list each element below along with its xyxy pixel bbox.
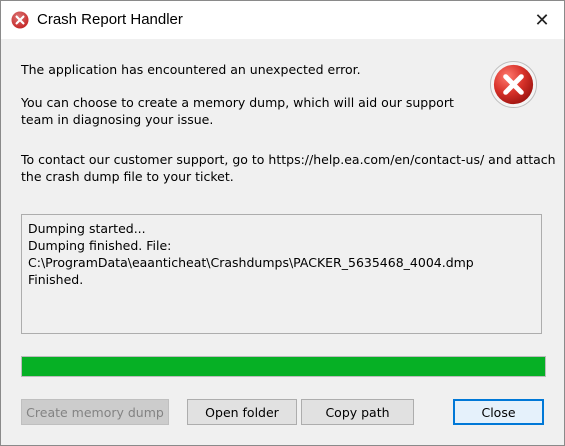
- memory-dump-message-line-1: You can choose to create a memory dump, …: [21, 95, 454, 110]
- support-message-line-1: To contact our customer support, go to h…: [21, 152, 556, 167]
- error-icon: [489, 60, 538, 109]
- support-message: To contact our customer support, go to h…: [21, 151, 556, 185]
- dump-log-textbox[interactable]: Dumping started... Dumping finished. Fil…: [21, 214, 542, 334]
- open-folder-button[interactable]: Open folder: [187, 399, 297, 425]
- dump-progress-bar: [21, 356, 546, 377]
- log-line: Dumping finished. File:: [28, 238, 172, 253]
- progress-fill: [22, 357, 545, 376]
- create-memory-dump-button[interactable]: Create memory dump: [21, 399, 169, 425]
- close-icon[interactable]: ✕: [519, 1, 565, 39]
- log-line: C:\ProgramData\eaanticheat\Crashdumps\PA…: [28, 255, 474, 270]
- error-message: The application has encountered an unexp…: [21, 61, 361, 78]
- copy-path-button[interactable]: Copy path: [301, 399, 414, 425]
- log-line: Finished.: [28, 272, 84, 287]
- memory-dump-message-line-2: team in diagnosing your issue.: [21, 112, 214, 127]
- error-icon: [11, 11, 29, 29]
- memory-dump-message: You can choose to create a memory dump, …: [21, 94, 454, 128]
- error-message-line: The application has encountered an unexp…: [21, 62, 361, 77]
- log-line: Dumping started...: [28, 221, 146, 236]
- title-bar: Crash Report Handler ✕: [1, 1, 564, 39]
- close-button[interactable]: Close: [453, 399, 544, 425]
- window-title: Crash Report Handler: [37, 11, 183, 28]
- support-message-line-2: the crash dump file to your ticket.: [21, 169, 234, 184]
- crash-report-dialog: Crash Report Handler ✕ The application h…: [0, 0, 565, 446]
